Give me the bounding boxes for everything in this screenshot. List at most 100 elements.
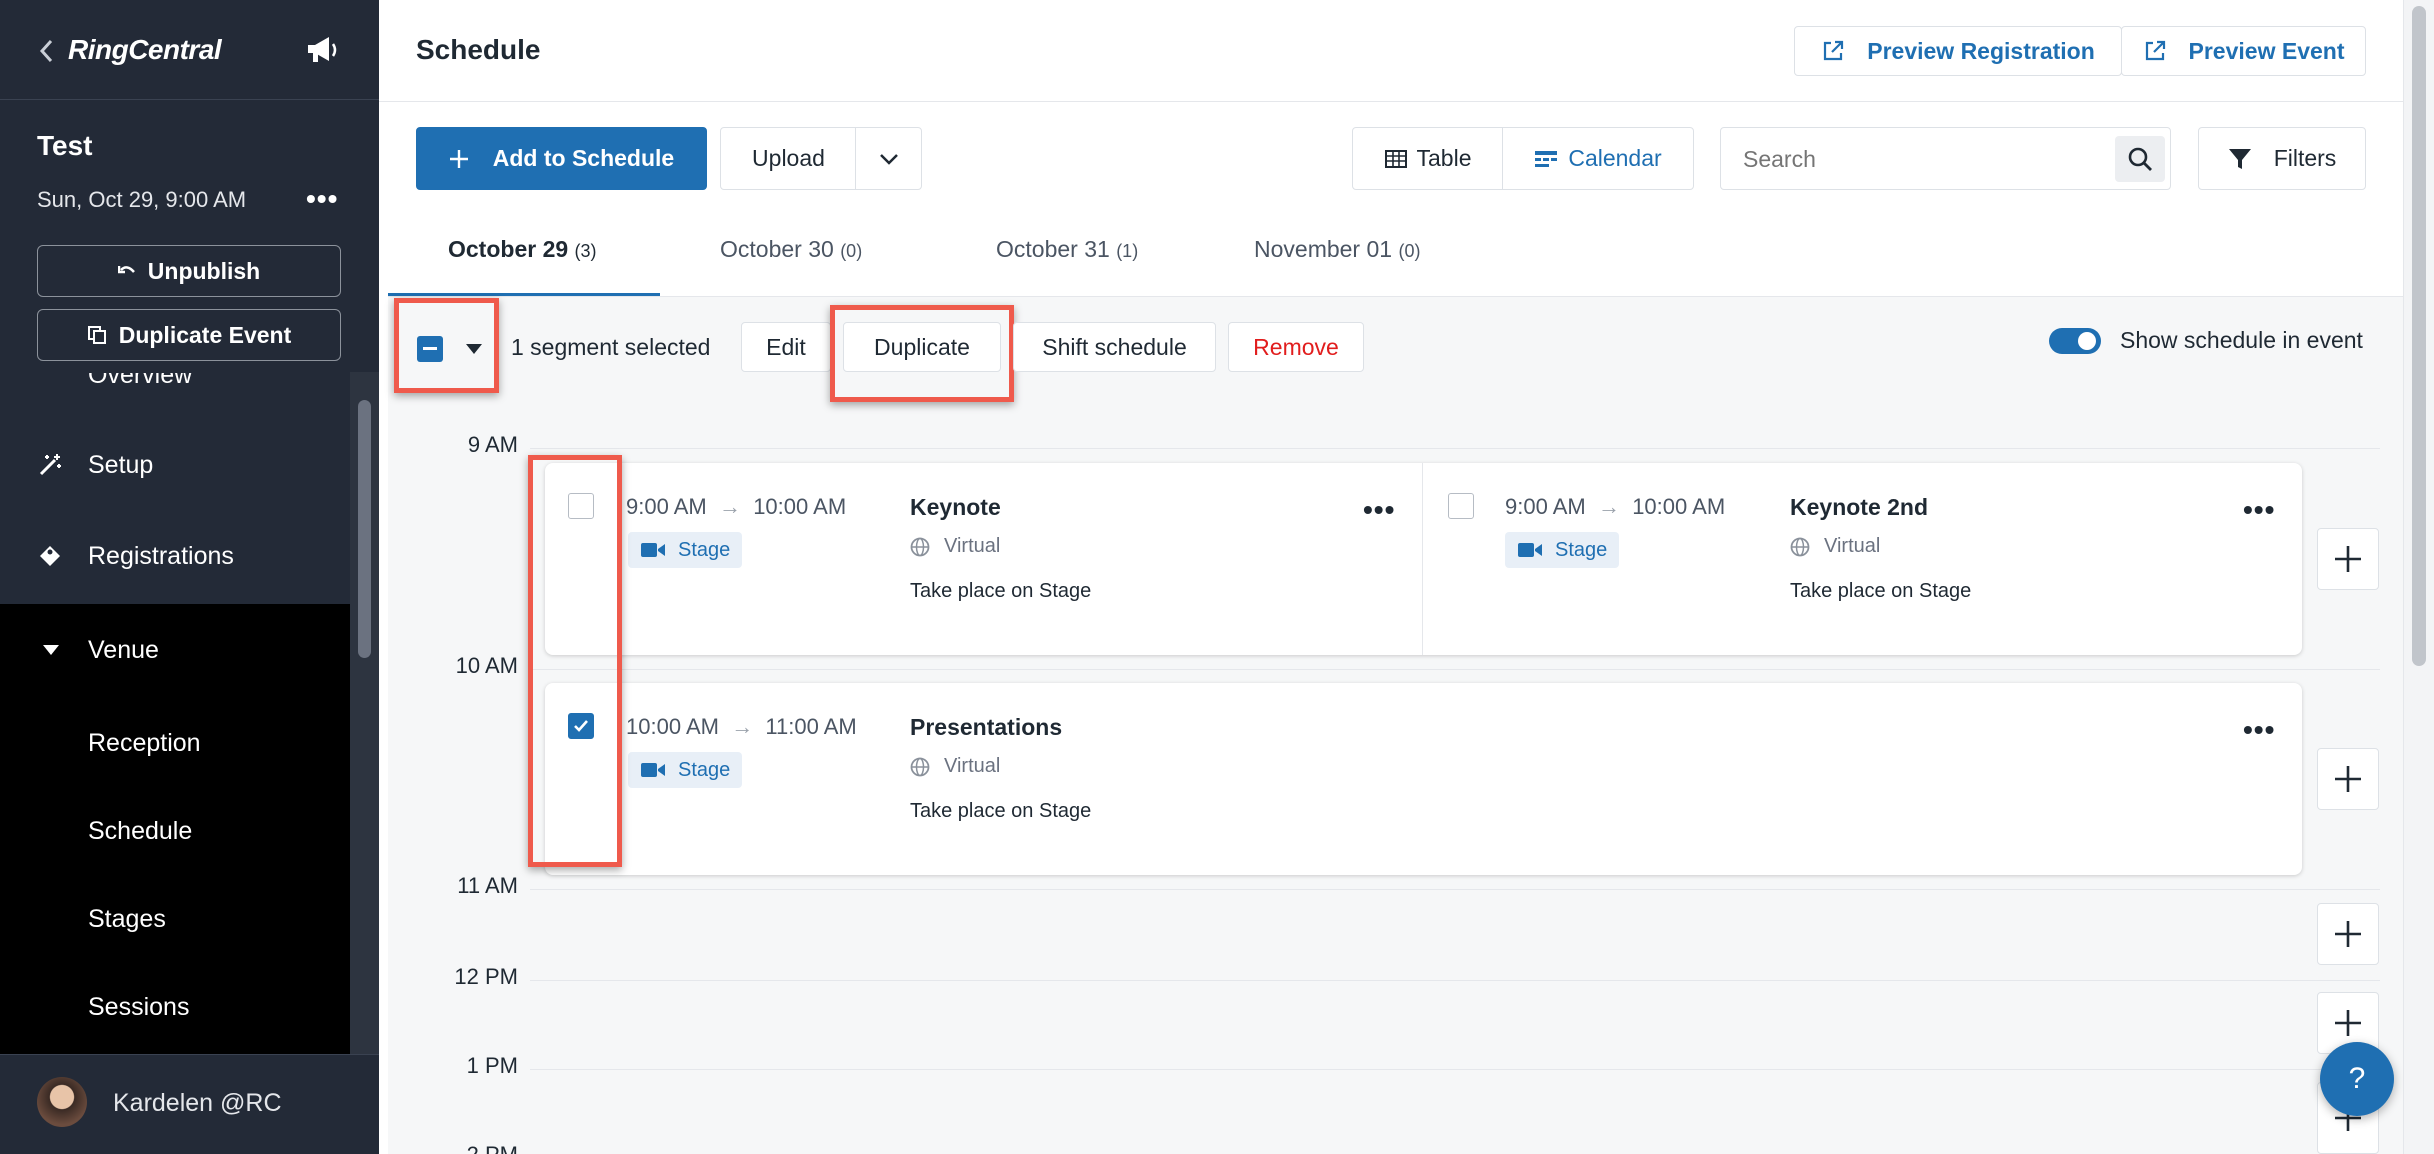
preview-event-label: Preview Event	[2188, 37, 2345, 64]
segment-checkbox[interactable]	[1448, 493, 1474, 519]
segment-title[interactable]: Keynote	[910, 494, 1001, 521]
sidebar-scrollbar[interactable]	[350, 372, 379, 1054]
main-scroll-thumb[interactable]	[2412, 6, 2426, 666]
sidebar-subitem-reception[interactable]: Reception	[0, 723, 350, 763]
main-scrollbar[interactable]	[2403, 0, 2434, 1154]
upload-button[interactable]: Upload	[720, 127, 857, 190]
user-name: Kardelen @RC	[113, 1089, 282, 1117]
sidebar-item-setup[interactable]: Setup	[0, 445, 350, 485]
more-options-icon[interactable]: •••	[2243, 716, 2275, 744]
add-to-schedule-button[interactable]: Add to Schedule	[416, 127, 707, 190]
header-divider	[379, 101, 2403, 102]
preview-registration-label: Preview Registration	[1867, 37, 2095, 64]
start-time: 9:00 AM	[626, 494, 707, 519]
search-icon	[2127, 146, 2153, 172]
arrow-right-icon: →	[731, 714, 754, 739]
preview-registration-button[interactable]: Preview Registration	[1794, 26, 2122, 76]
end-time: 11:00 AM	[765, 714, 857, 739]
upload-dropdown-button[interactable]	[855, 127, 922, 190]
tab-count: (0)	[1398, 241, 1421, 261]
search-button[interactable]	[2115, 136, 2165, 182]
calendar-icon	[1534, 150, 1558, 168]
sidebar-subitem-sessions[interactable]: Sessions	[0, 987, 350, 1027]
tab-october-31[interactable]: October 31 (1)	[996, 236, 1138, 263]
badge-label: Stage	[1555, 538, 1608, 561]
edit-button[interactable]: Edit	[741, 322, 831, 372]
sidebar-item-label: Venue	[88, 635, 159, 664]
tab-count: (1)	[1116, 241, 1139, 261]
plus-icon	[2333, 544, 2363, 574]
card-divider	[1422, 463, 1423, 655]
stage-badge: Stage	[1505, 532, 1620, 568]
segment-place: Take place on Stage	[910, 580, 1092, 602]
back-chevron-icon[interactable]	[38, 38, 54, 64]
hour-label: 2 PM	[428, 1142, 518, 1154]
start-time: 10:00 AM	[626, 714, 719, 739]
table-view-button[interactable]: Table	[1352, 127, 1504, 190]
sidebar-item-registrations[interactable]: Registrations	[0, 536, 350, 576]
ticket-icon	[37, 543, 63, 569]
stage-badge: Stage	[628, 532, 743, 568]
location-label: Virtual	[1824, 535, 1881, 557]
arrow-right-icon: →	[1597, 494, 1620, 519]
hour-line	[530, 889, 2380, 890]
tab-november-01[interactable]: November 01 (0)	[1254, 236, 1420, 263]
megaphone-icon[interactable]	[304, 34, 340, 66]
location-label: Virtual	[944, 755, 1001, 777]
highlight-checkbox-column	[528, 455, 622, 867]
tab-label: October 30	[720, 236, 834, 262]
sidebar-scroll-thumb[interactable]	[358, 400, 371, 658]
tab-label: October 29	[448, 236, 569, 262]
add-segment-button[interactable]	[2317, 748, 2379, 810]
unpublish-button[interactable]: Unpublish	[37, 245, 341, 297]
show-schedule-label: Show schedule in event	[2120, 327, 2363, 353]
tab-count: (3)	[574, 241, 597, 261]
help-button[interactable]: ?	[2320, 1042, 2394, 1116]
filters-button[interactable]: Filters	[2198, 127, 2366, 190]
calendar-view-button[interactable]: Calendar	[1502, 127, 1694, 190]
segment-title[interactable]: Presentations	[910, 714, 1062, 741]
calendar-label: Calendar	[1568, 145, 1662, 171]
toggle-knob	[2078, 332, 2096, 350]
selection-count: 1 segment selected	[511, 334, 711, 360]
segment-title[interactable]: Keynote 2nd	[1790, 494, 1928, 521]
video-camera-icon	[640, 761, 666, 779]
sidebar-subitem-schedule[interactable]: Schedule	[0, 811, 350, 851]
search-field[interactable]	[1720, 127, 2171, 190]
table-icon	[1384, 149, 1407, 168]
brand-logo[interactable]: RingCentral	[68, 34, 222, 66]
remove-button[interactable]: Remove	[1228, 322, 1364, 372]
user-footer[interactable]: Kardelen @RC	[0, 1054, 379, 1154]
table-label: Table	[1416, 145, 1472, 171]
event-more-icon[interactable]: •••	[306, 183, 338, 215]
end-time: 10:00 AM	[753, 494, 847, 519]
duplicate-event-label: Duplicate Event	[118, 321, 292, 348]
hour-line	[530, 1069, 2380, 1070]
sidebar-subitem-stages[interactable]: Stages	[0, 899, 350, 939]
more-options-icon[interactable]: •••	[1363, 496, 1395, 524]
magic-wand-icon	[37, 452, 63, 478]
sidebar-item-venue[interactable]: Venue	[0, 630, 350, 670]
duplicate-event-button[interactable]: Duplicate Event	[37, 309, 341, 361]
segment-time: 10:00 AM → 11:00 AM	[626, 714, 857, 740]
preview-event-button[interactable]: Preview Event	[2121, 26, 2366, 76]
show-schedule-toggle[interactable]	[2049, 328, 2101, 354]
location-label: Virtual	[944, 535, 1001, 557]
sidebar-item-overview[interactable]: Overview	[0, 373, 350, 385]
tab-october-30[interactable]: October 30 (0)	[720, 236, 862, 263]
add-segment-button[interactable]	[2317, 903, 2379, 965]
sidebar-item-label: Sessions	[88, 992, 190, 1021]
search-input[interactable]	[1743, 142, 2083, 176]
add-segment-button[interactable]	[2317, 528, 2379, 590]
segment-place: Take place on Stage	[910, 800, 1092, 822]
help-icon: ?	[2348, 1062, 2366, 1095]
shift-schedule-button[interactable]: Shift schedule	[1013, 322, 1216, 372]
sidebar: RingCentral Test Sun, Oct 29, 9:00 AM ••…	[0, 0, 379, 1154]
tab-label: November 01	[1254, 236, 1393, 262]
sidebar-divider	[0, 99, 379, 100]
end-time: 10:00 AM	[1632, 494, 1726, 519]
hour-line	[530, 669, 2380, 670]
more-options-icon[interactable]: •••	[2243, 496, 2275, 524]
tab-october-29[interactable]: October 29 (3)	[448, 236, 597, 263]
segment-time: 9:00 AM → 10:00 AM	[626, 494, 846, 520]
